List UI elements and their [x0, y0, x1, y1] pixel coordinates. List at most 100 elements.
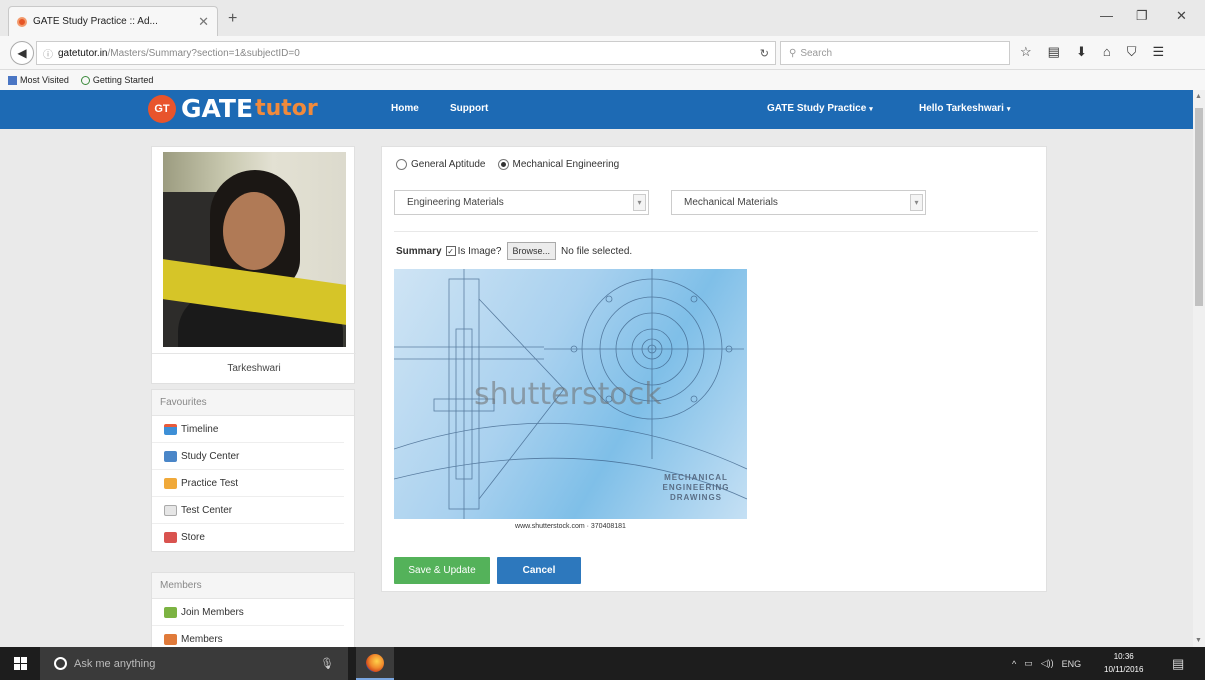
url-bar[interactable]: ⓘ gatetutor.in /Masters/Summary?section=… [36, 41, 776, 65]
start-button[interactable] [0, 647, 40, 680]
search-placeholder: Search [800, 47, 833, 59]
nav-gate-study-practice[interactable]: GATE Study Practice ▾ [767, 103, 873, 114]
topic-select[interactable]: Mechanical Materials ▾ [671, 190, 926, 215]
summary-row: Summary ✓ Is Image? Browse... No file se… [396, 242, 632, 260]
microphone-icon[interactable]: 🎙 [320, 657, 334, 670]
logo-tutor: tutor [255, 96, 318, 121]
cortana-icon [54, 657, 67, 670]
download-icon[interactable]: ⬇ [1076, 44, 1087, 60]
reading-list-icon[interactable]: ▤ [1048, 44, 1060, 60]
sidebar-item-timeline[interactable]: Timeline [152, 416, 344, 443]
is-image-checkbox[interactable]: ✓ [445, 246, 456, 256]
join-members-icon [164, 606, 177, 618]
windows-taskbar: Ask me anything 🎙 ^ ▭ ◁)) ENG 10:36 10/1… [0, 647, 1205, 680]
save-update-button[interactable]: Save & Update [394, 557, 490, 584]
chevron-down-icon: ▾ [910, 194, 923, 211]
site-favicon-icon [17, 16, 27, 27]
nav-practice-label: GATE Study Practice [767, 103, 867, 114]
logo-badge: GT [148, 94, 176, 123]
image-credit: www.shutterstock.com · 370408181 [515, 523, 626, 530]
tab-title: GATE Study Practice :: Ad... [33, 16, 158, 27]
bookmarks-bar: Most Visited Getting Started [0, 70, 1205, 90]
sidebar-item-test-center[interactable]: Test Center [152, 497, 344, 524]
language-indicator[interactable]: ENG [1062, 659, 1082, 669]
members-heading: Members [152, 573, 354, 599]
radio-circle-selected [497, 159, 509, 170]
practice-test-icon [164, 477, 177, 489]
members-panel: Members Join Members Members [151, 572, 355, 647]
back-icon[interactable]: ◀ [10, 41, 34, 65]
nav-support[interactable]: Support [450, 103, 488, 114]
browser-titlebar: GATE Study Practice :: Ad... ✕ + — ❐ ✕ [0, 0, 1205, 36]
firefox-icon [366, 653, 384, 672]
browser-search-input[interactable]: ⚲ Search [780, 41, 1010, 65]
sidebar-item-study-center[interactable]: Study Center [152, 443, 344, 470]
nav-user-menu[interactable]: Hello Tarkeshwari ▾ [919, 103, 1010, 114]
sidebar-item-store[interactable]: Store [152, 524, 344, 551]
profile-name[interactable]: Tarkeshwari [152, 353, 356, 383]
sidebar-item-members[interactable]: Members [152, 626, 344, 647]
clock-date: 10/11/2016 [1104, 665, 1144, 674]
clock[interactable]: 10:36 10/11/2016 [1104, 650, 1143, 676]
bookmark-getting-started[interactable]: Getting Started [80, 75, 153, 86]
home-icon[interactable]: ⌂ [1103, 44, 1111, 60]
summary-image: shutterstock MECHANICAL ENGINEERING DRAW… [394, 269, 747, 519]
network-icon[interactable]: ▭ [1024, 658, 1033, 669]
nav-user-label: Hello Tarkeshwari [919, 103, 1004, 114]
caret-down-icon: ▾ [1006, 106, 1011, 113]
url-host: gatetutor.in [58, 47, 108, 59]
browse-button[interactable]: Browse... [506, 242, 557, 260]
windows-logo-icon [13, 657, 27, 670]
site-logo[interactable]: GT GATE tutor [148, 94, 318, 123]
page-body: Tarkeshwari Favourites Timeline Study Ce… [0, 129, 1193, 647]
radio-general-aptitude[interactable]: General Aptitude [396, 159, 486, 170]
scrollbar-thumb[interactable] [1195, 108, 1203, 306]
summary-form: General Aptitude Mechanical Engineering … [381, 146, 1047, 592]
is-image-label: Is Image? [457, 245, 502, 257]
reload-icon[interactable]: ↻ [760, 47, 769, 60]
radio-mechanical-engineering[interactable]: Mechanical Engineering [497, 159, 619, 170]
image-watermark: shutterstock [474, 377, 662, 412]
url-path: /Masters/Summary?section=1&subjectID=0 [107, 47, 300, 59]
cortana-search[interactable]: Ask me anything 🎙 [40, 647, 348, 680]
scroll-down-icon[interactable]: ▼ [1195, 637, 1202, 644]
bookmark-star-icon[interactable]: ☆ [1020, 44, 1032, 60]
caret-down-icon: ▾ [869, 106, 873, 113]
minimize-icon[interactable]: — [1100, 8, 1113, 23]
new-tab-icon[interactable]: + [228, 10, 237, 28]
subject-select[interactable]: Engineering Materials ▾ [394, 190, 649, 215]
profile-photo [163, 152, 346, 347]
pocket-icon[interactable]: ⛉ [1127, 44, 1137, 60]
subject-radio-group: General Aptitude Mechanical Engineering [396, 159, 619, 170]
sidebar-item-practice-test[interactable]: Practice Test [152, 470, 344, 497]
cortana-placeholder: Ask me anything [74, 657, 156, 670]
cancel-button[interactable]: Cancel [497, 557, 581, 584]
close-window-icon[interactable]: ✕ [1176, 8, 1187, 24]
close-tab-icon[interactable]: ✕ [198, 14, 209, 30]
search-icon: ⚲ [789, 47, 797, 59]
logo-gate: GATE [181, 94, 254, 123]
favourites-heading: Favourites [152, 390, 354, 416]
volume-icon[interactable]: ◁)) [1041, 658, 1054, 669]
favourites-panel: Favourites Timeline Study Center Practic… [151, 389, 355, 552]
scroll-up-icon[interactable]: ▲ [1195, 93, 1202, 100]
bookmark-folder-icon [8, 76, 17, 86]
globe-icon [80, 76, 90, 86]
notifications-icon[interactable]: ▤ [1172, 647, 1184, 680]
restore-icon[interactable]: ❐ [1136, 8, 1148, 24]
tray-expand-icon[interactable]: ^ [1012, 659, 1016, 669]
topic-select-value: Mechanical Materials [684, 197, 778, 208]
image-caption: MECHANICAL ENGINEERING DRAWINGS [662, 473, 730, 502]
menu-icon[interactable]: ☰ [1152, 44, 1164, 60]
firefox-taskbar-button[interactable] [356, 647, 394, 680]
sidebar-item-join-members[interactable]: Join Members [152, 599, 344, 626]
test-center-icon [164, 504, 177, 516]
info-icon[interactable]: ⓘ [43, 46, 53, 61]
nav-home[interactable]: Home [391, 103, 419, 114]
browser-tab[interactable]: GATE Study Practice :: Ad... ✕ [8, 6, 218, 36]
bookmark-most-visited[interactable]: Most Visited [8, 75, 69, 86]
page-scrollbar[interactable]: ▲ ▼ [1193, 90, 1205, 647]
system-tray: ^ ▭ ◁)) ENG [1012, 647, 1081, 680]
browser-navbar: ◀ ⓘ gatetutor.in /Masters/Summary?sectio… [0, 36, 1205, 70]
store-icon [164, 532, 177, 543]
